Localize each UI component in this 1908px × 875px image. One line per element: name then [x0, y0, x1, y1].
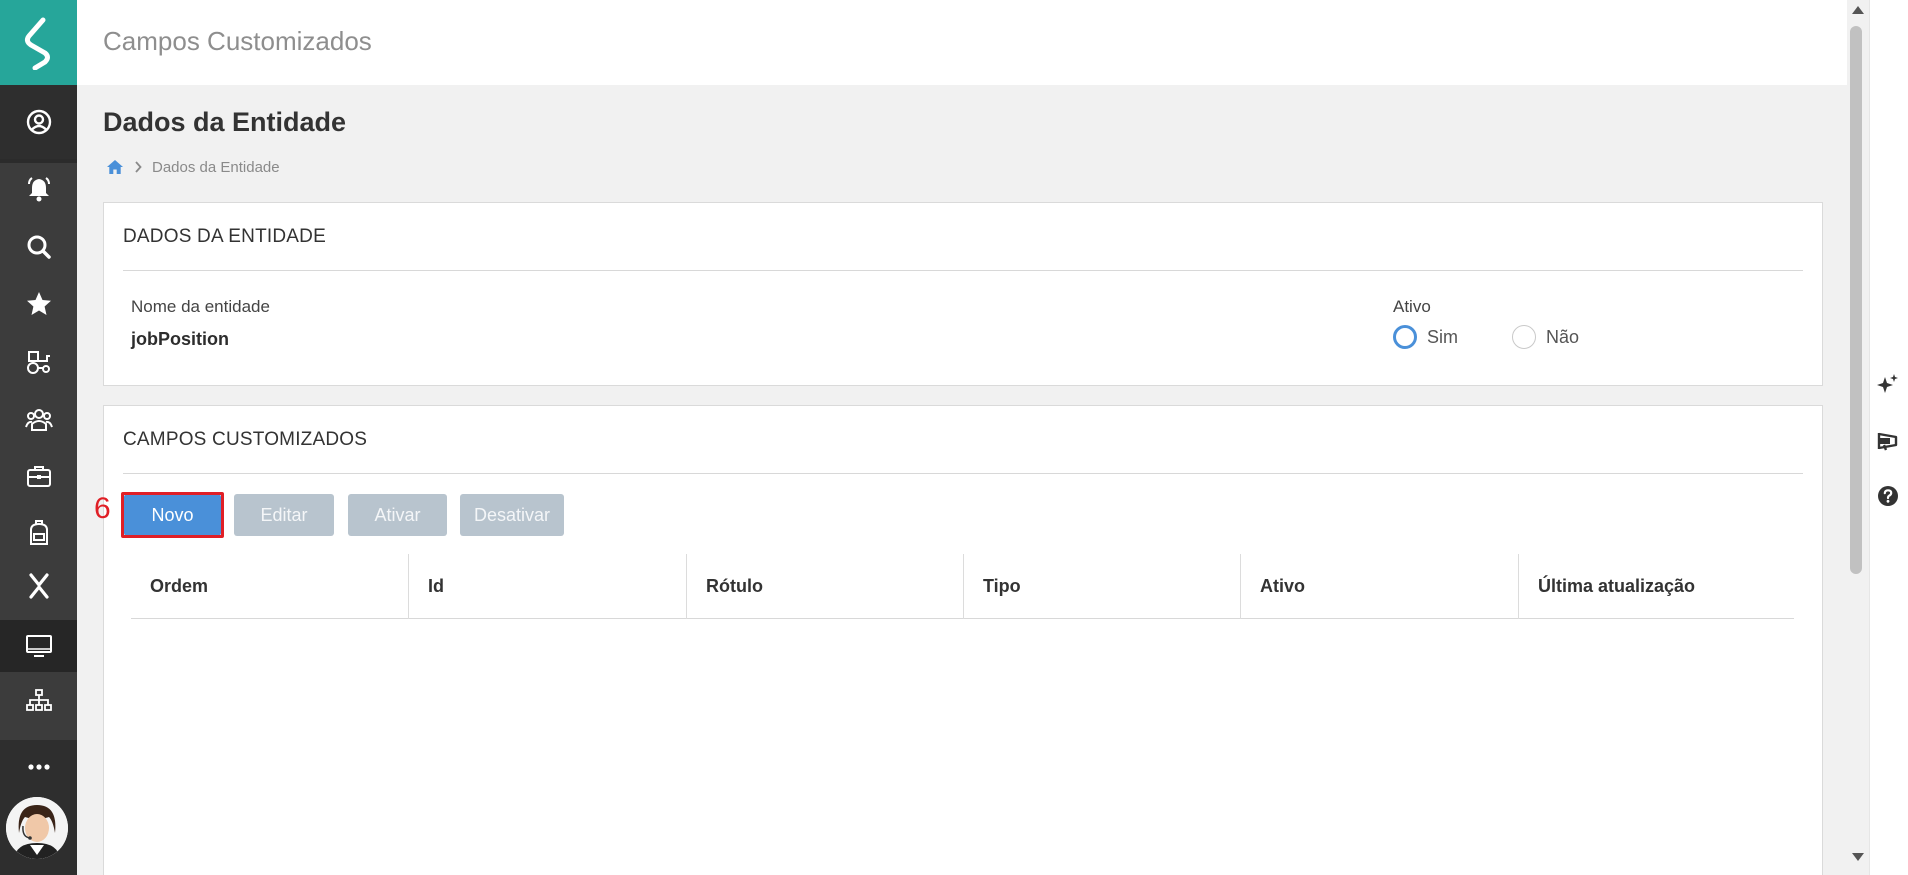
breadcrumb-current: Dados da Entidade: [152, 158, 280, 176]
sidebar-item-profile[interactable]: [0, 85, 77, 159]
sidebar-item-more[interactable]: [0, 740, 77, 794]
radio-button-checked[interactable]: [1393, 325, 1417, 349]
entity-name-value: jobPosition: [131, 329, 229, 349]
custom-fields-panel: CAMPOS CUSTOMIZADOS Novo Editar Ativar D…: [103, 405, 1823, 875]
sidebar-item-machinery[interactable]: [0, 336, 77, 388]
tractor-icon: [26, 351, 50, 374]
more-dots-icon: [27, 764, 50, 770]
left-sidebar: [0, 0, 77, 875]
radio-label: Sim: [1427, 326, 1458, 347]
search-icon: [27, 235, 51, 259]
scroll-down-arrow-icon[interactable]: [1852, 853, 1864, 861]
user-avatar-image: [6, 797, 68, 859]
radio-button[interactable]: [1512, 325, 1536, 349]
page-title: Dados da Entidade: [103, 107, 347, 137]
sparkle-icon: [1877, 374, 1898, 393]
chevron-right-icon: [134, 161, 142, 173]
app-root: Campos Customizados Dados da Entidade Da…: [0, 0, 1908, 875]
entity-name-label: Nome da entidade: [131, 297, 270, 316]
sidebar-item-favorites[interactable]: [0, 278, 77, 330]
sidebar-item-notifications[interactable]: [0, 163, 77, 215]
panel-title: CAMPOS CUSTOMIZADOS: [123, 429, 368, 450]
announcements-button[interactable]: [1872, 425, 1904, 457]
active-no-option[interactable]: Não: [1512, 325, 1579, 349]
sidebar-item-org-chart[interactable]: [0, 675, 77, 727]
panel-divider: [123, 270, 1803, 271]
help-button[interactable]: [1872, 480, 1904, 512]
ai-assistant-button[interactable]: [1872, 369, 1904, 401]
scroll-up-arrow-icon[interactable]: [1852, 6, 1864, 14]
column-header[interactable]: Id: [408, 554, 686, 619]
backpack-icon: [29, 520, 48, 545]
edit-button[interactable]: Editar: [234, 494, 334, 536]
sidebar-item-tools[interactable]: [0, 560, 77, 612]
activate-button[interactable]: Ativar: [348, 494, 447, 536]
deactivate-button[interactable]: Desativar: [460, 494, 564, 536]
column-header[interactable]: Tipo: [963, 554, 1240, 619]
briefcase-icon: [26, 466, 51, 487]
help-icon: [1878, 486, 1898, 506]
entity-data-panel: DADOS DA ENTIDADE Nome da entidade jobPo…: [103, 202, 1823, 386]
star-icon: [26, 292, 51, 315]
bell-icon: [27, 177, 50, 202]
step-highlight-box: [121, 492, 224, 538]
logo-icon: [24, 17, 50, 70]
panel-divider: [123, 473, 1803, 474]
radio-label: Não: [1546, 326, 1580, 347]
close-x-icon: [28, 573, 49, 599]
header-title: Campos Customizados: [103, 26, 372, 56]
breadcrumb: Dados da Entidade: [106, 155, 280, 179]
active-yes-option[interactable]: Sim: [1393, 325, 1458, 349]
step-annotation-number: 6: [94, 492, 111, 525]
home-icon[interactable]: [106, 159, 124, 175]
scrollbar-thumb[interactable]: [1850, 26, 1862, 574]
org-chart-icon: [25, 689, 52, 711]
column-header[interactable]: Ativo: [1240, 554, 1518, 619]
top-header: Campos Customizados: [77, 0, 1847, 85]
people-shield-icon: [24, 409, 53, 431]
sidebar-item-education[interactable]: [0, 507, 77, 559]
custom-fields-table: Ordem Id Rótulo Tipo Ativo Última atuali…: [131, 554, 1794, 619]
sidebar-item-people[interactable]: [0, 393, 77, 445]
megaphone-icon: [1877, 432, 1898, 451]
column-header[interactable]: Rótulo: [686, 554, 963, 619]
monitor-icon: [25, 635, 52, 657]
column-header[interactable]: Ordem: [131, 554, 408, 619]
sidebar-item-system[interactable]: [0, 620, 77, 672]
sidebar-item-search[interactable]: [0, 221, 77, 273]
active-label: Ativo: [1393, 297, 1431, 316]
app-logo[interactable]: [0, 0, 77, 85]
main-content: Dados da Entidade Dados da Entidade DADO…: [77, 85, 1847, 875]
sidebar-item-jobs[interactable]: [0, 450, 77, 502]
panel-title: DADOS DA ENTIDADE: [123, 226, 326, 247]
column-header[interactable]: Última atualização: [1518, 554, 1794, 619]
avatar[interactable]: [6, 797, 68, 859]
user-circle-icon: [26, 109, 51, 135]
